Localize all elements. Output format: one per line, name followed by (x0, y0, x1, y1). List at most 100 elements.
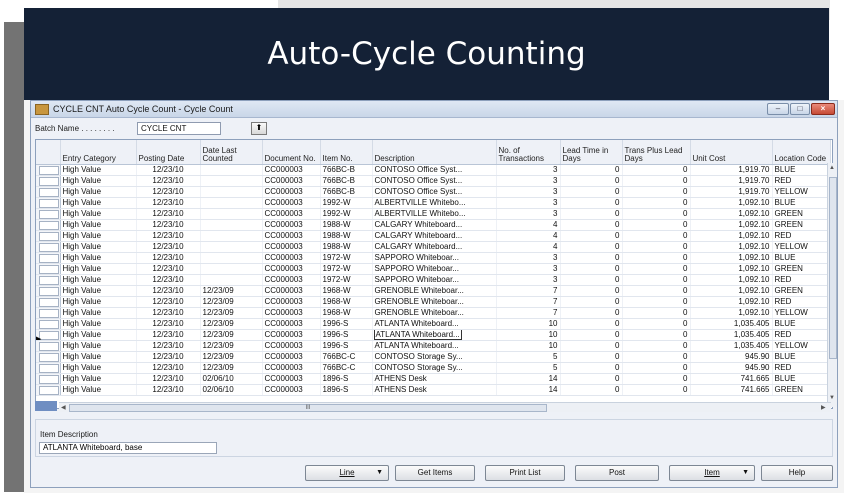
row-selector[interactable] (36, 241, 61, 253)
row-selector-box[interactable] (39, 275, 59, 284)
table-row[interactable]: High Value 12/23/10 CC000003 1972-W SAPPORO … (36, 263, 831, 275)
print-list-button[interactable]: Print List (485, 465, 565, 481)
col-description-cell[interactable]: GRENOBLE Whiteboar... (372, 307, 497, 319)
col-lead-time-cell[interactable]: 0 (560, 230, 623, 242)
col-date-last-counted-cell[interactable] (200, 241, 263, 253)
col-entry-category-header[interactable]: Entry Category (60, 140, 137, 165)
col-unit-cost-cell[interactable]: 1,092.10 (690, 307, 773, 319)
col-location-code-cell[interactable]: GREEN (772, 263, 831, 275)
close-button[interactable]: × (811, 103, 835, 115)
col-entry-category-cell[interactable]: High Value (60, 175, 137, 187)
table-row[interactable]: High Value 12/23/10 12/23/09 CC000003 766BC-… (36, 351, 831, 363)
col-item-no-cell[interactable]: 766BC-B (320, 186, 373, 198)
col-entry-category-cell[interactable]: High Value (60, 362, 137, 374)
col-posting-date-cell[interactable]: 12/23/10 (136, 296, 201, 308)
col-date-last-counted-cell[interactable] (200, 263, 263, 275)
col-entry-category-cell[interactable]: High Value (60, 252, 137, 264)
col-no-of-transactions-cell[interactable]: 3 (496, 274, 561, 286)
col-unit-cost-cell[interactable]: 945.90 (690, 351, 773, 363)
col-unit-cost-cell[interactable]: 1,919.70 (690, 164, 773, 176)
col-unit-cost-cell[interactable]: 1,035.405 (690, 318, 773, 330)
horizontal-scrollbar[interactable]: ◀ III ▶ (59, 402, 831, 412)
table-row[interactable]: High Value 12/23/10 CC000003 1992-W ALBERTVI… (36, 197, 831, 209)
col-date-last-counted-cell[interactable]: 12/23/09 (200, 351, 263, 363)
col-entry-category-cell[interactable]: High Value (60, 307, 137, 319)
col-item-no-cell[interactable]: 1968-W (320, 307, 373, 319)
col-no-of-transactions-cell[interactable]: 4 (496, 219, 561, 231)
col-location-code-cell[interactable]: BLUE (772, 164, 831, 176)
col-no-of-transactions-cell[interactable]: 7 (496, 285, 561, 297)
table-row[interactable]: High Value 12/23/10 12/23/09 CC000003 1996-S… (36, 318, 831, 330)
col-posting-date-cell[interactable]: 12/23/10 (136, 241, 201, 253)
col-document-no-cell[interactable]: CC000003 (262, 197, 321, 209)
col-item-no-cell[interactable]: 1896-S (320, 384, 373, 396)
col-document-no-cell[interactable]: CC000003 (262, 373, 321, 385)
col-item-no-cell[interactable]: 1992-W (320, 197, 373, 209)
col-unit-cost-cell[interactable]: 1,092.10 (690, 263, 773, 275)
col-lead-time-cell[interactable]: 0 (560, 197, 623, 209)
row-selector-box[interactable] (39, 297, 59, 306)
col-lead-time-cell[interactable]: 0 (560, 373, 623, 385)
col-posting-date-cell[interactable]: 12/23/10 (136, 197, 201, 209)
col-description-cell[interactable]: ATHENS Desk (372, 384, 497, 396)
col-description-cell[interactable]: ATLANTA Whiteboard... (372, 329, 497, 341)
col-lead-time-cell[interactable]: 0 (560, 329, 623, 341)
col-no-of-transactions-cell[interactable]: 5 (496, 351, 561, 363)
col-date-last-counted-cell[interactable] (200, 164, 263, 176)
col-item-no-cell[interactable]: 766BC-C (320, 351, 373, 363)
table-row[interactable]: ▶ High Value 12/23/10 12/23/09 CC000003 1996-… (36, 329, 831, 341)
col-posting-date-cell[interactable]: 12/23/10 (136, 164, 201, 176)
table-row[interactable]: High Value 12/23/10 12/23/09 CC000003 1968-W… (36, 285, 831, 297)
row-selector-box[interactable] (39, 330, 59, 339)
col-description-cell[interactable]: CONTOSO Storage Sy... (372, 362, 497, 374)
col-date-last-counted-cell[interactable] (200, 197, 263, 209)
col-posting-date-cell[interactable]: 12/23/10 (136, 351, 201, 363)
col-unit-cost-cell[interactable]: 741.665 (690, 373, 773, 385)
col-no-of-transactions-cell[interactable]: 14 (496, 373, 561, 385)
col-lead-time-cell[interactable]: 0 (560, 296, 623, 308)
col-date-last-counted-cell[interactable] (200, 274, 263, 286)
row-selector[interactable] (36, 362, 61, 374)
row-selector-box[interactable] (39, 176, 59, 185)
col-trans-plus-lead-cell[interactable]: 0 (622, 263, 691, 275)
col-no-of-transactions-cell[interactable]: 4 (496, 230, 561, 242)
row-selector-box[interactable] (39, 352, 59, 361)
col-lead-time-cell[interactable]: 0 (560, 351, 623, 363)
row-selector[interactable] (36, 307, 61, 319)
col-location-code-cell[interactable]: BLUE (772, 373, 831, 385)
col-location-code-cell[interactable]: BLUE (772, 197, 831, 209)
col-document-no-cell[interactable]: CC000003 (262, 296, 321, 308)
col-no-of-transactions-cell[interactable]: 3 (496, 208, 561, 220)
row-selector[interactable] (36, 373, 61, 385)
col-description-cell[interactable]: CONTOSO Storage Sy... (372, 351, 497, 363)
col-entry-category-cell[interactable]: High Value (60, 186, 137, 198)
col-posting-date-cell[interactable]: 12/23/10 (136, 362, 201, 374)
col-posting-date-header[interactable]: Posting Date (136, 140, 201, 165)
col-item-no-cell[interactable]: 1988-W (320, 219, 373, 231)
col-description-header[interactable]: Description (372, 140, 497, 165)
table-row[interactable]: High Value 12/23/10 CC000003 766BC-B CONTOSO… (36, 175, 831, 187)
col-document-no-cell[interactable]: CC000003 (262, 164, 321, 176)
table-row[interactable]: High Value 12/23/10 CC000003 1988-W CALGARY … (36, 230, 831, 242)
col-posting-date-cell[interactable]: 12/23/10 (136, 230, 201, 242)
col-date-last-counted-cell[interactable] (200, 208, 263, 220)
col-lead-time-cell[interactable]: 0 (560, 285, 623, 297)
col-trans-plus-lead-cell[interactable]: 0 (622, 329, 691, 341)
col-lead-time-cell[interactable]: 0 (560, 175, 623, 187)
row-selector-box[interactable] (39, 264, 59, 273)
col-lead-time-cell[interactable]: 0 (560, 362, 623, 374)
col-no-of-transactions-cell[interactable]: 7 (496, 296, 561, 308)
col-no-of-transactions-cell[interactable]: 10 (496, 329, 561, 341)
table-row[interactable]: High Value 12/23/10 CC000003 1972-W SAPPORO … (36, 252, 831, 264)
col-no-of-transactions-cell[interactable]: 14 (496, 384, 561, 396)
col-item-no-cell[interactable]: 1996-S (320, 329, 373, 341)
table-row[interactable]: High Value 12/23/10 CC000003 766BC-B CONTOSO… (36, 186, 831, 198)
col-description-cell[interactable]: SAPPORO Whiteboar... (372, 274, 497, 286)
col-description-cell[interactable]: CALGARY Whiteboard... (372, 230, 497, 242)
col-entry-category-cell[interactable]: High Value (60, 373, 137, 385)
col-description-cell[interactable]: GRENOBLE Whiteboar... (372, 296, 497, 308)
col-document-no-cell[interactable]: CC000003 (262, 186, 321, 198)
col-item-no-header[interactable]: Item No. (320, 140, 373, 165)
col-unit-cost-cell[interactable]: 1,092.10 (690, 285, 773, 297)
col-trans-plus-lead-cell[interactable]: 0 (622, 208, 691, 220)
